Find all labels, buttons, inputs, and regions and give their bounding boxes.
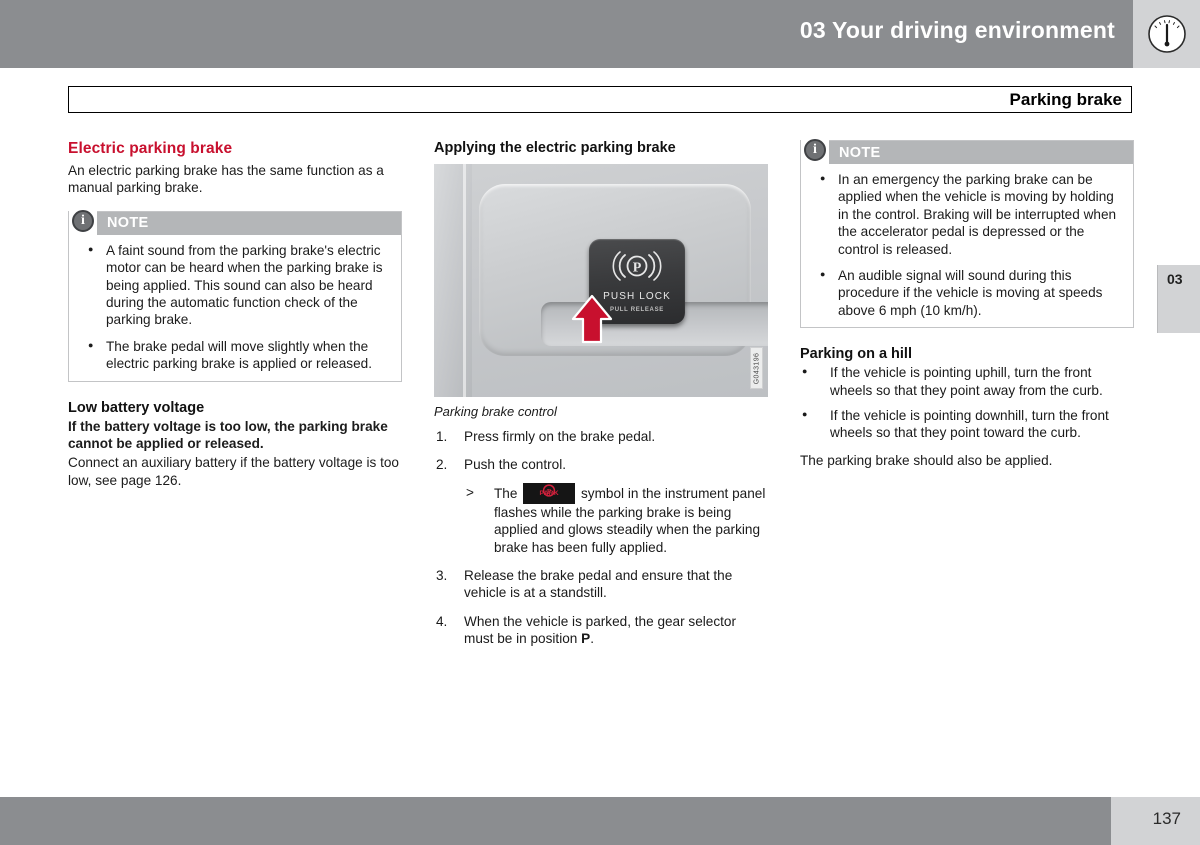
electric-parking-brake-heading: Electric parking brake [68,140,233,157]
substep-marker: > [466,484,474,500]
step-number: 2. [436,457,448,473]
parking-brake-p-icon: P [589,249,685,283]
left-column: Electric parking brake An electric parki… [68,140,402,491]
step-number: 3. [436,568,448,584]
list-item: A faint sound from the parking brake's e… [78,241,392,329]
list-item: The brake pedal will move slightly when … [78,337,392,373]
left-note-box: i NOTE A faint sound from the parking br… [68,206,402,382]
svg-text:P: P [633,261,642,276]
step-number: 1. [436,429,448,444]
low-battery-bold-text: If the battery voltage is too low, the p… [68,418,388,452]
list-item: If the vehicle is pointing downhill, tur… [800,406,1134,442]
list-item: 1. Press firmly on the brake pedal. [434,428,768,445]
applying-brake-heading: Applying the electric parking brake [434,140,676,156]
page-number: 137 [1152,809,1181,828]
parking-on-hill-footer: The parking brake should also be applied… [800,452,1053,468]
step-text: Push the control. [464,457,567,473]
gear-position-letter: P [581,631,591,647]
list-item: 4. When the vehicle is parked, the gear … [434,613,768,648]
chapter-side-tab-label: 03 [1167,271,1183,287]
chapter-title: 03 Your driving environment [799,17,1115,43]
gauge-icon [1147,15,1186,53]
figure-center-console: P PUSH LOCK PULL RELEASE [479,184,768,356]
park-warning-symbol: P PARK [523,482,576,504]
section-title-box: Parking brake [68,86,1132,113]
list-item: If the vehicle is pointing uphill, turn … [800,363,1134,399]
info-icon-wrap: i [69,206,97,235]
section-title: Parking brake [1009,90,1122,109]
right-note-header: i NOTE [801,136,1133,164]
footer-bar [0,797,1111,845]
list-item: In an emergency the parking brake can be… [810,170,1124,258]
parking-brake-control-figure: P PUSH LOCK PULL RELEASE G043196 [434,164,768,397]
info-icon: i [72,209,94,232]
chapter-header-bar: 03 Your driving environment [0,0,1133,68]
list-item: 3. Release the brake pedal and ensure th… [434,567,768,602]
step-text: Release the brake pedal and ensure that … [464,568,733,601]
right-column: i NOTE In an emergency the parking brake… [800,136,1134,469]
substep: > The P PARK symbol in the instrument pa… [464,482,768,556]
right-note-list: In an emergency the parking brake can be… [810,170,1124,319]
footer-page-box: 137 [1111,797,1200,845]
right-note-box: i NOTE In an emergency the parking brake… [800,136,1134,329]
applying-brake-steps: 1. Press firmly on the brake pedal. 2. P… [434,428,768,648]
step-text: Press firmly on the brake pedal. [464,429,656,444]
parking-on-hill-list: If the vehicle is pointing uphill, turn … [800,363,1134,442]
left-note-body: A faint sound from the parking brake's e… [69,235,401,381]
parking-on-hill-heading: Parking on a hill [800,346,912,363]
list-item: 2. Push the control. > The P PARK symbol… [434,456,768,556]
electric-parking-brake-intro: An electric parking brake has the same f… [68,163,384,196]
info-icon-wrap: i [801,136,829,164]
right-note-body: In an emergency the parking brake can be… [801,164,1133,327]
park-symbol-label: PARK [539,490,559,498]
figure-door-pillar [434,164,472,397]
figure-image-code-text: G043196 [753,352,761,384]
substep-text-before: The [494,485,518,501]
figure-image-code: G043196 [750,347,763,389]
right-note-title: NOTE [839,144,881,161]
middle-column: Applying the electric parking brake P PU… [434,140,768,659]
left-note-header: i NOTE [69,206,401,235]
step-text-after: . [590,631,594,647]
left-note-list: A faint sound from the parking brake's e… [78,241,392,373]
step-number: 4. [436,613,448,629]
low-battery-body-text: Connect an auxiliary battery if the batt… [68,455,399,488]
red-up-arrow-icon [571,294,613,344]
left-note-title: NOTE [107,215,149,232]
step-text-before: When the vehicle is parked, the gear sel… [464,613,737,647]
chapter-side-tab: 03 [1157,265,1200,333]
low-battery-heading: Low battery voltage [68,399,205,416]
info-icon: i [804,139,826,161]
figure-caption: Parking brake control [434,404,557,419]
chapter-gauge-tab [1133,0,1200,68]
list-item: An audible signal will sound during this… [810,266,1124,319]
